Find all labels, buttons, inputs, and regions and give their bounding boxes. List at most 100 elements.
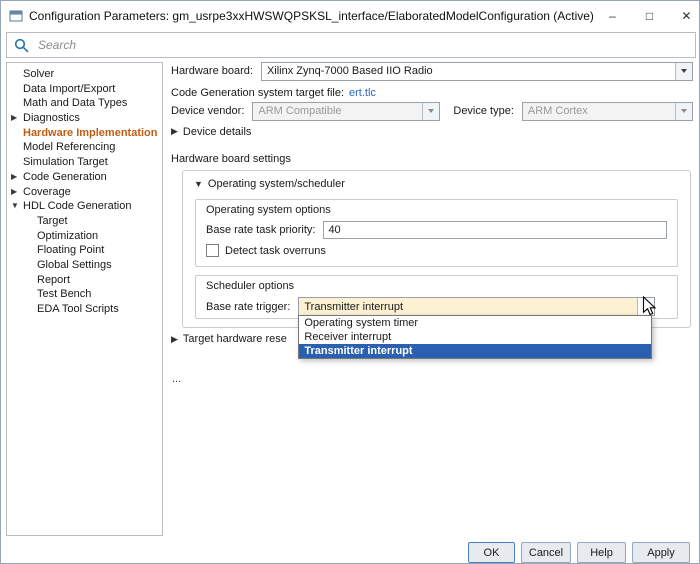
minimize-button[interactable]: – bbox=[594, 1, 631, 30]
device-type-label: Device type: bbox=[453, 105, 514, 117]
sidebar-item-label: Coverage bbox=[23, 185, 71, 198]
device-vendor-combobox: ARM Compatible bbox=[252, 101, 441, 121]
chevron-down-icon bbox=[681, 69, 687, 73]
cancel-button[interactable]: Cancel bbox=[521, 542, 571, 563]
device-vendor-dropdown-button bbox=[422, 102, 440, 120]
sidebar-tree: Solver Data Import/Export Math and Data … bbox=[6, 62, 163, 536]
device-vendor-label: Device vendor: bbox=[171, 105, 245, 117]
sidebar-item-model-referencing[interactable]: Model Referencing bbox=[7, 140, 162, 155]
window-title: Configuration Parameters: gm_usrpe3xxHWS… bbox=[29, 8, 594, 23]
sidebar-item-label: HDL Code Generation bbox=[23, 200, 132, 213]
tree-collapse-icon[interactable]: ▼ bbox=[11, 199, 19, 214]
base-rate-trigger-label: Base rate trigger: bbox=[206, 300, 291, 313]
tree-expand-icon[interactable]: ▶ bbox=[11, 111, 17, 126]
sidebar-item-code-generation[interactable]: ▶ Code Generation bbox=[7, 170, 162, 185]
apply-button[interactable]: Apply bbox=[632, 542, 690, 563]
ert-tlc-link[interactable]: ert.tlc bbox=[349, 87, 376, 99]
scheduler-options-title: Scheduler options bbox=[206, 280, 295, 292]
scheduler-options-group: Scheduler options Base rate trigger: Tra… bbox=[195, 275, 678, 359]
sidebar-item-report[interactable]: Report bbox=[7, 273, 162, 288]
sidebar-item-floating-point[interactable]: Floating Point bbox=[7, 243, 162, 258]
sidebar-item-solver[interactable]: Solver bbox=[7, 67, 162, 82]
sidebar-item-label: Code Generation bbox=[23, 170, 107, 183]
sidebar-item-label: Optimization bbox=[37, 229, 99, 242]
sidebar-item-global-settings[interactable]: Global Settings bbox=[7, 258, 162, 273]
os-scheduler-title: Operating system/scheduler bbox=[207, 178, 345, 190]
tree-expand-icon[interactable]: ▶ bbox=[11, 170, 17, 185]
hardware-board-value: Xilinx Zynq-7000 Based IIO Radio bbox=[266, 65, 433, 77]
target-file-row: Code Generation system target file: ert.… bbox=[171, 85, 376, 100]
sidebar-item-label: Diagnostics bbox=[23, 112, 80, 125]
os-options-title: Operating system options bbox=[206, 204, 331, 216]
chevron-down-icon bbox=[643, 304, 649, 309]
sidebar-item-label: Report bbox=[37, 273, 71, 286]
base-rate-task-priority-label: Base rate task priority: bbox=[206, 224, 316, 236]
search-bar bbox=[6, 32, 696, 58]
target-hardware-label: Target hardware rese bbox=[182, 333, 287, 345]
sidebar-item-data-import-export[interactable]: Data Import/Export bbox=[7, 82, 162, 97]
sidebar-item-label: Test Bench bbox=[37, 288, 92, 301]
maximize-button[interactable]: □ bbox=[631, 1, 668, 30]
sidebar-item-label: EDA Tool Scripts bbox=[37, 303, 119, 315]
ellipsis-text: ... bbox=[172, 373, 182, 385]
base-rate-trigger-row: Base rate trigger: Transmitter interrupt… bbox=[206, 297, 667, 359]
sidebar-item-label: Solver bbox=[23, 68, 55, 80]
window-icon bbox=[9, 9, 23, 23]
priority-row: Base rate task priority: bbox=[206, 221, 667, 239]
device-details-toggle[interactable]: ▶ Device details bbox=[171, 124, 251, 139]
expand-arrow-icon: ▶ bbox=[171, 126, 178, 136]
target-hardware-resources-toggle[interactable]: ▶ Target hardware rese bbox=[171, 333, 287, 345]
dropdown-option-receiver-interrupt[interactable]: Receiver interrupt bbox=[299, 330, 651, 344]
sidebar-item-hardware-implementation[interactable]: Hardware Implementation bbox=[7, 126, 162, 141]
device-type-dropdown-button bbox=[675, 102, 692, 120]
sidebar-item-diagnostics[interactable]: ▶ Diagnostics bbox=[7, 111, 162, 126]
sidebar-item-test-bench[interactable]: Test Bench bbox=[7, 287, 162, 302]
expand-arrow-icon: ▶ bbox=[171, 333, 178, 344]
sidebar-item-hdl-code-generation[interactable]: ▼ HDL Code Generation bbox=[7, 199, 162, 214]
sidebar-item-math-and-data-types[interactable]: Math and Data Types bbox=[7, 96, 162, 111]
search-icon bbox=[14, 38, 29, 53]
operating-system-options-group: Operating system options Base rate task … bbox=[195, 199, 678, 267]
window-controls: – □ ✕ bbox=[594, 1, 699, 30]
title-bar: Configuration Parameters: gm_usrpe3xxHWS… bbox=[1, 1, 699, 30]
sidebar-item-label: Model Referencing bbox=[23, 141, 116, 154]
chevron-down-icon bbox=[428, 109, 435, 113]
base-rate-task-priority-input[interactable] bbox=[323, 221, 667, 239]
chevron-down-icon bbox=[681, 109, 687, 113]
sidebar-item-eda-tool-scripts[interactable]: EDA Tool Scripts bbox=[7, 302, 162, 317]
base-rate-trigger-combobox[interactable]: Transmitter interrupt bbox=[298, 297, 655, 316]
ok-button[interactable]: OK bbox=[468, 542, 515, 563]
hardware-board-row: Hardware board: Xilinx Zynq-7000 Based I… bbox=[171, 61, 693, 81]
sidebar-item-label: Math and Data Types bbox=[23, 97, 128, 110]
hardware-board-settings-title: Hardware board settings bbox=[171, 153, 291, 165]
sidebar-item-optimization[interactable]: Optimization bbox=[7, 229, 162, 244]
sidebar-item-label: Target bbox=[37, 214, 68, 227]
detect-task-overruns-checkbox[interactable] bbox=[206, 244, 219, 257]
base-rate-trigger-dropdown-button[interactable] bbox=[637, 298, 654, 315]
os-scheduler-toggle[interactable]: ▼ Operating system/scheduler bbox=[183, 171, 690, 190]
hardware-board-label: Hardware board: bbox=[171, 65, 253, 77]
dropdown-option-operating-system-timer[interactable]: Operating system timer bbox=[299, 316, 651, 330]
dropdown-option-transmitter-interrupt[interactable]: Transmitter interrupt bbox=[299, 344, 651, 358]
tree-expand-icon[interactable]: ▶ bbox=[11, 185, 17, 200]
sidebar-item-label: Data Import/Export bbox=[23, 82, 116, 95]
hardware-board-dropdown-button[interactable] bbox=[675, 62, 692, 80]
help-button[interactable]: Help bbox=[577, 542, 626, 563]
sidebar-item-coverage[interactable]: ▶ Coverage bbox=[7, 185, 162, 200]
device-vendor-value: ARM Compatible bbox=[258, 105, 342, 117]
close-button[interactable]: ✕ bbox=[668, 1, 699, 30]
device-type-combobox: ARM Cortex bbox=[521, 101, 693, 121]
device-type-value: ARM Cortex bbox=[527, 105, 588, 117]
sidebar-item-simulation-target[interactable]: Simulation Target bbox=[7, 155, 162, 170]
hardware-board-combobox[interactable]: Xilinx Zynq-7000 Based IIO Radio bbox=[260, 61, 693, 81]
search-input[interactable] bbox=[36, 37, 695, 53]
target-file-label: Code Generation system target file: bbox=[171, 86, 345, 99]
detect-task-overruns-option[interactable]: Detect task overruns bbox=[206, 244, 667, 257]
sidebar-item-label: Floating Point bbox=[37, 244, 105, 257]
device-row: Device vendor: ARM Compatible Device typ… bbox=[171, 101, 693, 121]
base-rate-trigger-combo-wrap: Transmitter interrupt Operating system t… bbox=[298, 297, 655, 359]
sidebar-item-label: Hardware Implementation bbox=[23, 126, 158, 139]
sidebar-item-label: Simulation Target bbox=[23, 156, 108, 169]
collapse-arrow-icon: ▼ bbox=[194, 179, 203, 189]
sidebar-item-target[interactable]: Target bbox=[7, 214, 162, 229]
